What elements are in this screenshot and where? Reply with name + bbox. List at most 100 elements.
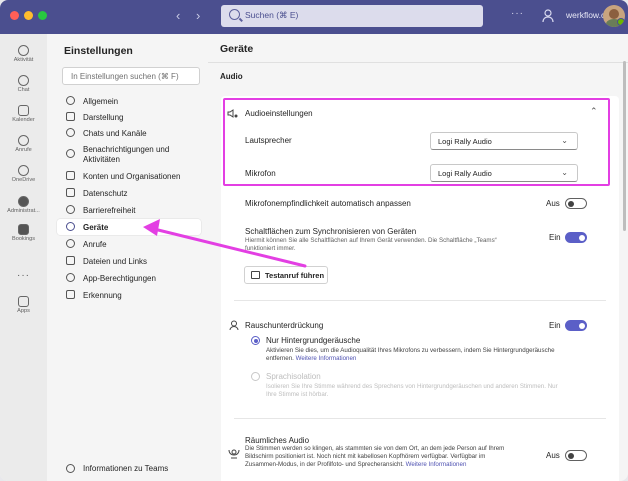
rail-item-chat[interactable]: Chat bbox=[0, 75, 47, 93]
title-bar: ‹ › Suchen (⌘ E) ··· werkflow.ch bbox=[0, 0, 628, 34]
chat-icon bbox=[66, 128, 75, 137]
sync-buttons-toggle[interactable] bbox=[565, 232, 587, 243]
rail-item-calls[interactable]: Anrufe bbox=[0, 135, 47, 153]
menu-item-chats[interactable]: Chats und Kanäle bbox=[57, 125, 201, 141]
test-call-button[interactable]: Testanruf führen bbox=[244, 266, 328, 284]
divider bbox=[234, 300, 606, 301]
option-background-noise-desc-line2: entfernen. bbox=[266, 355, 294, 362]
about-teams-label: Informationen zu Teams bbox=[83, 464, 169, 473]
mic-sensitivity-toggle[interactable] bbox=[565, 198, 587, 209]
rail-item-label: OneDrive bbox=[11, 177, 36, 183]
menu-item-privacy[interactable]: Datenschutz bbox=[57, 185, 201, 201]
spatial-audio-title: Räumliches Audio bbox=[245, 436, 310, 445]
more-options-icon[interactable]: ··· bbox=[511, 8, 524, 19]
global-search-placeholder: Suchen (⌘ E) bbox=[245, 10, 299, 20]
menu-item-label: Geräte bbox=[83, 222, 109, 232]
menu-item-accounts[interactable]: Konten und Organisationen bbox=[57, 168, 201, 184]
settings-panel: Einstellungen In Einstellungen suchen (⌘… bbox=[47, 34, 209, 481]
presence-status-icon bbox=[617, 18, 625, 26]
file-icon bbox=[66, 256, 75, 265]
rail-item-activity[interactable]: Aktivität bbox=[0, 45, 47, 63]
option-voice-isolation-title: Sprachisolation bbox=[266, 372, 321, 381]
menu-item-label: Benachrichtigungen und Aktivitäten bbox=[83, 144, 170, 164]
noise-suppression-title: Rauschunterdrückung bbox=[245, 321, 324, 330]
rail-item-onedrive[interactable]: OneDrive bbox=[0, 165, 47, 183]
option-voice-isolation-desc: Isolieren Sie Ihre Stimme während des Sp… bbox=[266, 383, 596, 399]
close-window-button[interactable] bbox=[10, 11, 19, 20]
rail-item-admin[interactable]: Administrat... bbox=[0, 196, 47, 214]
chat-icon bbox=[18, 75, 29, 86]
rail-item-label: Anrufe bbox=[15, 147, 32, 153]
minimize-window-button[interactable] bbox=[24, 11, 33, 20]
toggle-knob bbox=[578, 234, 585, 241]
menu-item-calls[interactable]: Anrufe bbox=[57, 236, 201, 252]
bell-icon bbox=[66, 149, 75, 158]
radio-background-noise[interactable] bbox=[251, 336, 260, 345]
apps-icon bbox=[18, 296, 29, 307]
app-rail: Aktivität Chat Kalender Anrufe OneDrive … bbox=[0, 34, 48, 481]
highlight-box bbox=[223, 98, 610, 186]
wand-icon bbox=[66, 112, 75, 121]
noise-suppression-icon bbox=[229, 320, 239, 331]
bell-icon bbox=[18, 45, 29, 56]
global-search-input[interactable]: Suchen (⌘ E) bbox=[221, 5, 483, 27]
rail-item-apps-entry[interactable]: Apps bbox=[0, 296, 47, 314]
zoom-window-button[interactable] bbox=[38, 11, 47, 20]
spatial-audio-state: Aus bbox=[546, 451, 560, 460]
menu-item-label: Datenschutz bbox=[83, 188, 128, 198]
option-background-noise-desc: Aktivieren Sie dies, um die Audioqualitä… bbox=[266, 347, 596, 363]
lock-icon bbox=[66, 188, 75, 197]
menu-item-general[interactable]: Allgemein bbox=[57, 93, 201, 109]
spatial-audio-desc-line1: Die Stimmen werden so klingen, als stamm… bbox=[245, 445, 505, 452]
admin-icon bbox=[18, 196, 29, 207]
scrollbar[interactable] bbox=[623, 61, 626, 231]
person-icon[interactable] bbox=[542, 9, 554, 23]
teams-window: ‹ › Suchen (⌘ E) ··· werkflow.ch Aktivit… bbox=[0, 0, 628, 481]
spatial-audio-toggle[interactable] bbox=[565, 450, 587, 461]
section-heading-audio: Audio bbox=[220, 72, 243, 81]
menu-item-accessibility[interactable]: Barrierefreiheit bbox=[57, 202, 201, 218]
avatar[interactable] bbox=[603, 5, 625, 27]
calendar-icon bbox=[18, 105, 29, 116]
noise-suppression-state: Ein bbox=[549, 321, 561, 330]
toggle-knob bbox=[568, 200, 574, 207]
option-background-noise-title: Nur Hintergrundgeräusche bbox=[266, 336, 361, 345]
option-voice-isolation-desc-line1: Isolieren Sie Ihre Stimme während des Sp… bbox=[266, 383, 558, 390]
test-call-icon bbox=[251, 271, 260, 279]
back-arrow-icon[interactable]: ‹ bbox=[176, 8, 180, 23]
sync-buttons-desc: Hiermit können Sie alle Schaltflächen au… bbox=[245, 237, 535, 253]
divider bbox=[234, 418, 606, 419]
info-icon bbox=[66, 464, 75, 473]
learn-more-link[interactable]: Weitere Informationen bbox=[296, 355, 357, 362]
spatial-audio-icon bbox=[228, 448, 240, 460]
bookings-icon bbox=[18, 224, 29, 235]
page-title: Geräte bbox=[220, 43, 254, 55]
noise-suppression-toggle[interactable] bbox=[565, 320, 587, 331]
toggle-knob bbox=[578, 322, 585, 329]
menu-item-recognition[interactable]: Erkennung bbox=[57, 287, 201, 303]
accessibility-icon bbox=[66, 205, 75, 214]
rail-item-label: Kalender bbox=[12, 117, 35, 123]
menu-item-notifications[interactable]: Benachrichtigungen und Aktivitäten bbox=[57, 141, 201, 167]
rail-item-bookings[interactable]: Bookings bbox=[0, 224, 47, 242]
menu-item-devices[interactable]: Geräte bbox=[57, 219, 201, 235]
menu-item-label: Konten und Organisationen bbox=[83, 171, 181, 181]
option-background-noise-desc-line1: Aktivieren Sie dies, um die Audioqualitä… bbox=[266, 347, 555, 354]
menu-item-label: Dateien und Links bbox=[83, 256, 148, 266]
more-apps-icon[interactable]: ··· bbox=[0, 270, 47, 281]
learn-more-link[interactable]: Weitere Informationen bbox=[406, 461, 467, 468]
menu-item-app-permissions[interactable]: App-Berechtigungen bbox=[57, 270, 201, 286]
menu-item-files[interactable]: Dateien und Links bbox=[57, 253, 201, 269]
rail-item-label: Apps bbox=[17, 308, 30, 314]
forward-arrow-icon[interactable]: › bbox=[196, 8, 200, 23]
gear-icon bbox=[66, 96, 75, 105]
menu-item-appearance[interactable]: Darstellung bbox=[57, 109, 201, 125]
spatial-audio-desc-line2: Bildschirm positioniert ist. Noch nicht … bbox=[245, 453, 486, 460]
mic-sensitivity-label: Mikrofonempfindlichkeit automatisch anpa… bbox=[245, 199, 411, 208]
keyboard-icon bbox=[66, 290, 75, 299]
rail-item-label: Aktivität bbox=[13, 57, 34, 63]
shield-icon bbox=[66, 273, 75, 282]
settings-search-input[interactable]: In Einstellungen suchen (⌘ F) bbox=[62, 67, 200, 85]
rail-item-calendar[interactable]: Kalender bbox=[0, 105, 47, 123]
radio-voice-isolation[interactable] bbox=[251, 372, 260, 381]
